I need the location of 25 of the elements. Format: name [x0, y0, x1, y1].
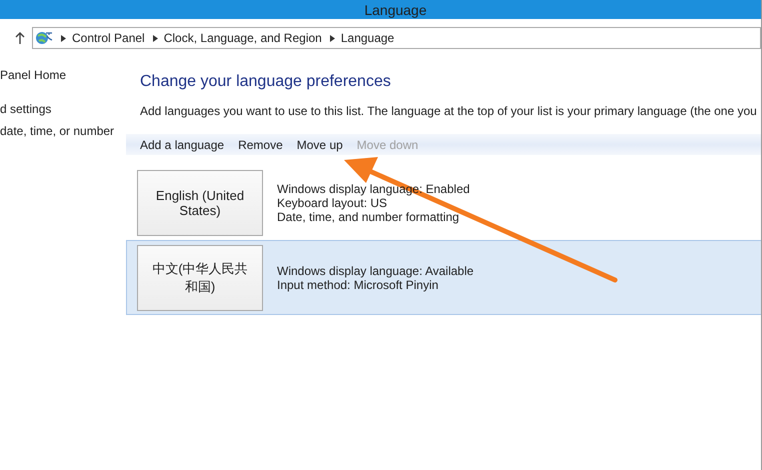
up-arrow-icon[interactable]	[15, 32, 25, 44]
address-bar[interactable]: Control Panel Clock, Language, and Region Language	[32, 27, 761, 49]
language-detail: Keyboard layout: US	[277, 196, 388, 210]
globe-icon	[35, 30, 53, 46]
chevron-icon[interactable]	[330, 34, 335, 42]
description-text: Add languages you want to use to this list. The language at the top of your list is your primary language (the one you	[140, 104, 758, 118]
breadcrumb-item[interactable]: Control Panel	[72, 31, 145, 45]
breadcrumb-item[interactable]: Clock, Language, and Region	[164, 31, 322, 45]
toolbar-button[interactable]: Add a language	[134, 136, 230, 154]
language-detail: Date, time, and number formatting	[277, 210, 460, 224]
sidebar-link[interactable]: Panel Home	[0, 68, 140, 82]
page-heading: Change your language preferences	[140, 73, 392, 91]
language-tile[interactable]: 中文(中华人民共和国)	[137, 244, 263, 310]
language-detail: Windows display language: Available	[277, 264, 474, 278]
toolbar-button[interactable]: Remove	[232, 136, 289, 154]
language-tile[interactable]: English (United States)	[137, 170, 263, 236]
language-detail: Input method: Microsoft Pinyin	[277, 278, 440, 292]
language-row[interactable]: 中文(中华人民共和国) Windows display language: Available Input method: Microsoft Pinyin	[126, 240, 761, 315]
sidebar-link[interactable]: d settings	[0, 102, 140, 116]
sidebar-link[interactable]: date, time, or number	[0, 124, 140, 138]
chevron-icon[interactable]	[61, 34, 66, 42]
window-title: Language	[364, 2, 427, 18]
breadcrumb-item[interactable]: Language	[340, 31, 394, 45]
toolbar-button[interactable]: Move up	[290, 136, 349, 154]
chevron-icon[interactable]	[152, 34, 158, 42]
